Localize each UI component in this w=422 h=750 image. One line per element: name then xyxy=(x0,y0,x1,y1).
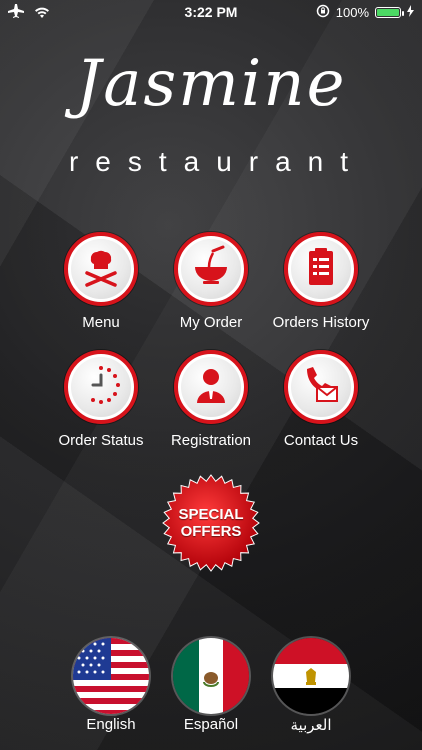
language-arabic-button[interactable]: العربية xyxy=(261,638,361,734)
order-status-button-label: Order Status xyxy=(58,432,144,449)
user-icon xyxy=(189,363,233,412)
special-offers-line2: OFFERS xyxy=(180,523,242,540)
noodle-bowl-icon xyxy=(189,245,233,294)
my-order-button-label: My Order xyxy=(179,314,243,331)
mexico-flag-icon xyxy=(173,638,249,714)
status-bar: 3:22 PM 100% xyxy=(0,0,422,24)
logo-title: Jasmine xyxy=(75,47,347,121)
special-offers-line1: SPECIAL xyxy=(178,506,244,523)
order-status-button[interactable]: Order Status xyxy=(46,350,156,449)
charging-icon xyxy=(407,5,414,20)
chef-icon xyxy=(79,245,123,294)
phone-mail-icon xyxy=(299,363,343,412)
egypt-flag-icon xyxy=(273,638,349,714)
registration-button-label: Registration xyxy=(170,432,252,449)
clipboard-icon xyxy=(299,245,343,294)
language-spanish-label: Español xyxy=(183,716,239,733)
logo: Jasmine restaurant xyxy=(0,52,422,178)
language-spanish-button[interactable]: Español xyxy=(161,638,261,733)
registration-button[interactable]: Registration xyxy=(156,350,266,449)
menu-button[interactable]: Menu xyxy=(46,232,156,331)
orders-history-button[interactable]: Orders History xyxy=(266,232,376,331)
battery-text: 100% xyxy=(335,5,369,20)
menu-button-label: Menu xyxy=(82,314,120,331)
logo-subtitle: restaurant xyxy=(68,146,366,177)
language-arabic-label: العربية xyxy=(290,717,332,734)
clock-icon xyxy=(79,363,123,412)
special-offers-button[interactable]: SPECIAL OFFERS xyxy=(162,474,260,572)
battery-icon xyxy=(375,7,404,18)
us-flag-icon xyxy=(73,638,149,714)
language-english-button[interactable]: English xyxy=(61,638,161,733)
contact-us-button-label: Contact Us xyxy=(283,432,359,449)
my-order-button[interactable]: My Order xyxy=(156,232,266,331)
orders-history-button-label: Orders History xyxy=(272,314,370,331)
rotation-lock-icon xyxy=(316,4,330,21)
language-english-label: English xyxy=(86,716,136,733)
contact-us-button[interactable]: Contact Us xyxy=(266,350,376,449)
